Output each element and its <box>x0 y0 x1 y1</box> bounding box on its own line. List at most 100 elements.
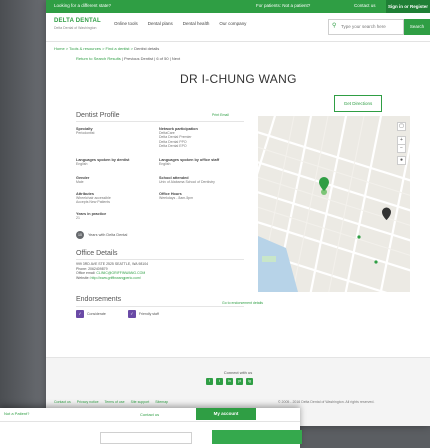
zoom-out-icon[interactable]: − <box>397 144 406 153</box>
search-input[interactable]: ⚲ Type your search here <box>328 19 404 35</box>
footer-sitemap-link[interactable]: Sitemap <box>155 400 168 404</box>
overlapping-window: Not a Patient? Contact us My account <box>0 408 302 448</box>
endorsement-label: Friendly staff <box>138 312 159 316</box>
office-heading: Office Details <box>76 250 118 257</box>
footer-links: Contact us Privacy notice Terms of use S… <box>54 400 168 404</box>
years-practice-field: Years in practice 21 <box>76 212 106 220</box>
office-divider <box>76 259 244 260</box>
breadcrumb: Home > Tools & resources > Find a dentis… <box>54 46 160 51</box>
endorsement-list: ✓ Considerate ✓ Friendly staff <box>76 310 159 318</box>
contact-link[interactable]: Contact us <box>354 3 376 8</box>
footer-terms-link[interactable]: Terms of use <box>105 400 125 404</box>
gender-field: Gender Male <box>76 176 89 184</box>
nav-dental-health[interactable]: Dental health <box>183 21 210 26</box>
not-a-patient-link[interactable]: Not a Patient? <box>4 411 29 416</box>
logo-text: DELTA DENTAL <box>54 18 101 24</box>
main-nav: Online tools Dental plans Dental health … <box>114 21 246 26</box>
years-practice-value: 21 <box>76 216 80 220</box>
get-directions-button[interactable]: Get Directions <box>334 95 382 112</box>
map-fullscreen-icon[interactable]: ▢ <box>397 122 406 131</box>
profile-heading: Dentist Profile <box>76 112 120 119</box>
site-header: DELTA DENTAL Delta Dental of Washington … <box>46 13 430 42</box>
search-placeholder: Type your search here <box>341 24 386 29</box>
languages-staff-field: Languages spoken by office staff English <box>159 158 219 166</box>
location-map[interactable]: ▢ + − ● <box>258 116 410 292</box>
office-details: 999 3RD AVE STE 2525 SEATTLE, WA 98104 P… <box>76 262 148 280</box>
facebook-icon[interactable]: f <box>206 378 213 385</box>
second-green-banner <box>212 430 302 444</box>
languages-dentist-value: English <box>76 162 88 166</box>
gender-value: Male <box>76 180 84 184</box>
office-email-link[interactable]: CLINIC@GRIFFINWANG.COM <box>96 271 145 275</box>
office-website-link[interactable]: http://www.griffinwangperio.com/ <box>91 276 141 280</box>
attributes-field: Attributes Wheelchair accessible Accepts… <box>76 192 111 205</box>
years-practice-label: Years in practice <box>76 212 107 216</box>
endorsement-details-link[interactable]: Go to endorsement details <box>222 301 263 305</box>
copyright: © 2005 - 2016 Delta Dental of Washington… <box>278 400 375 404</box>
endorsement-icon: ✓ <box>76 310 84 318</box>
endorsements-heading: Endorsements <box>76 296 122 303</box>
patients-link[interactable]: For patients: Not a patient? <box>256 3 310 8</box>
attribute-line: Accepts New Patients <box>76 200 111 205</box>
second-header-divider <box>0 421 300 422</box>
social-links: f t in yt ig <box>206 378 253 385</box>
dentist-profile-page: Looking for a different state? For patie… <box>46 0 430 426</box>
office-hours-value: Weekdays - 8am-5pm <box>159 196 194 200</box>
specialty-field: Specialty Periodontist <box>76 127 94 135</box>
print-email-link[interactable]: Print Email <box>212 113 229 117</box>
result-position: | Previous Dentist | 6 of 50 | Next <box>121 56 181 61</box>
signin-button[interactable]: Sign in or Register <box>386 0 430 13</box>
utility-bar: Looking for a different state? For patie… <box>46 0 430 13</box>
brand-logo[interactable]: DELTA DENTAL Delta Dental of Washington <box>54 18 101 30</box>
years-with-delta-text: Years with Delta Dental <box>88 233 128 237</box>
breadcrumb-tools[interactable]: Tools & resources <box>69 46 101 51</box>
twitter-icon[interactable]: t <box>216 378 223 385</box>
languages-staff-value: English <box>159 162 171 166</box>
back-to-results-link[interactable]: Return to Search Results <box>76 56 121 61</box>
footer-privacy-link[interactable]: Privacy notice <box>77 400 99 404</box>
network-line: Delta Dental EPO <box>159 144 187 149</box>
background-window-edge <box>0 0 46 408</box>
search-icon: ⚲ <box>332 23 337 29</box>
languages-dentist-field: Languages spoken by dentist English <box>76 158 129 166</box>
breadcrumb-home[interactable]: Home <box>54 46 65 51</box>
school-field: School attended Univ of Alabama School o… <box>159 176 215 184</box>
specialty-value: Periodontist <box>76 131 95 135</box>
endorsement-icon: ✓ <box>127 310 136 318</box>
network-field: Network participation DeltaCare Delta De… <box>159 127 198 149</box>
office-website-row: Website: http://www.griffinwangperio.com… <box>76 276 148 281</box>
office-website-label: Website: <box>76 275 90 280</box>
logo-subtitle: Delta Dental of Washington <box>54 26 97 30</box>
instagram-icon[interactable]: ig <box>246 378 253 385</box>
nav-our-company[interactable]: Our company <box>219 21 246 26</box>
street-view-icon[interactable]: ● <box>397 156 406 165</box>
linkedin-icon[interactable]: in <box>226 378 233 385</box>
endorsement-label: Considerate <box>87 312 106 316</box>
years-with-delta: 10 Years with Delta Dental <box>76 231 127 239</box>
years-badge-icon: 10 <box>76 231 84 239</box>
different-state-link[interactable]: Looking for a different state? <box>54 3 111 8</box>
office-hours-field: Office Hours Weekdays - 8am-5pm <box>159 192 193 200</box>
school-value: Univ of Alabama School of Dentistry <box>159 180 215 184</box>
youtube-icon[interactable]: yt <box>236 378 243 385</box>
endorsement-item: ✓ Friendly staff <box>127 310 159 318</box>
footer-contact-link[interactable]: Contact us <box>54 400 71 404</box>
connect-label: Connect with us <box>223 370 253 375</box>
breadcrumb-find-dentist[interactable]: Find a dentist <box>106 46 130 51</box>
office-email-label: Office email: <box>76 271 96 276</box>
endorsement-item: ✓ Considerate <box>76 310 106 318</box>
map-streets <box>258 116 410 292</box>
office-address: 999 3RD AVE STE 2525 SEATTLE, WA 98104 <box>76 262 149 266</box>
nav-dental-plans[interactable]: Dental plans <box>148 21 173 26</box>
my-account-button[interactable]: My account <box>196 408 256 420</box>
breadcrumb-current: Dentist details <box>134 46 160 51</box>
footer-support-link[interactable]: Site support <box>131 400 150 404</box>
search-button[interactable]: Search <box>404 19 430 35</box>
profile-divider <box>76 121 244 122</box>
page-title: DR I-CHUNG WANG <box>180 72 297 86</box>
nav-online-tools[interactable]: Online tools <box>114 21 138 26</box>
endorsements-divider <box>76 306 244 307</box>
second-search-input[interactable] <box>100 432 192 444</box>
second-contact-link[interactable]: Contact us <box>140 412 159 417</box>
result-navigation: Return to Search Results | Previous Dent… <box>76 56 180 61</box>
